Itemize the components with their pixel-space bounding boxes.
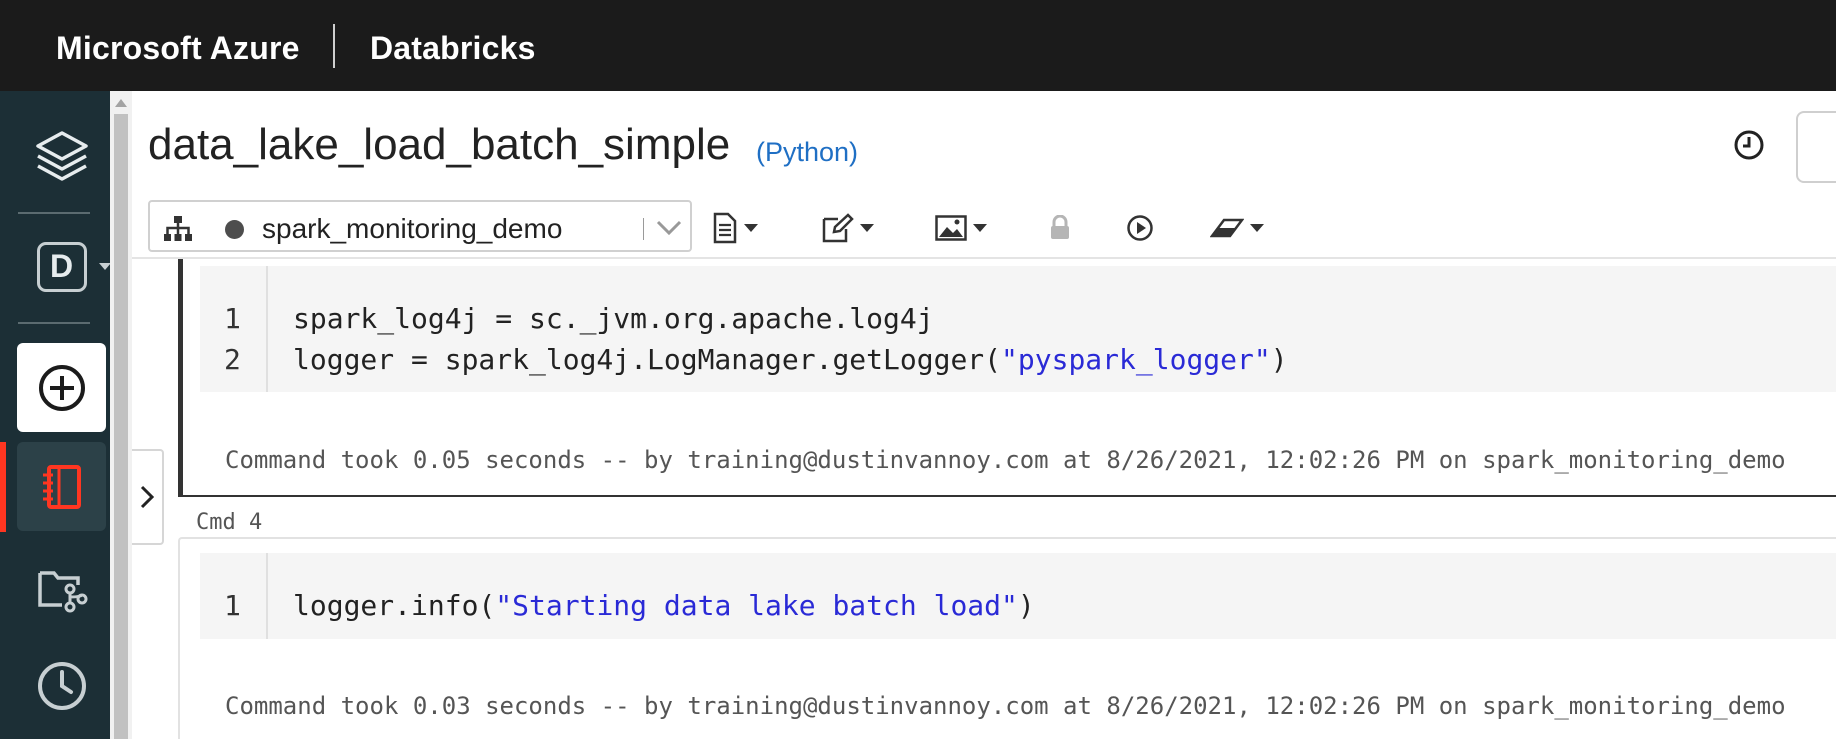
notebook-icon xyxy=(42,464,81,509)
code-line: logger = spark_log4j.LogManager.getLogge… xyxy=(293,343,1288,376)
clock-icon xyxy=(37,661,86,710)
cluster-status-dot xyxy=(225,220,244,239)
plus-circle-icon xyxy=(38,364,85,411)
image-icon xyxy=(935,215,967,241)
code-text: spark_log4j = sc._jvm.org.apache.log4j xyxy=(293,302,934,335)
line-number: 1 xyxy=(224,302,241,335)
file-menu-button[interactable] xyxy=(712,206,758,250)
right-panel-button[interactable] xyxy=(1796,111,1836,183)
caret-down-icon xyxy=(860,224,874,232)
line-number: 2 xyxy=(224,343,241,376)
clear-menu-button[interactable] xyxy=(1210,206,1264,250)
caret-down-icon xyxy=(973,224,987,232)
notebook-language[interactable]: (Python) xyxy=(756,137,858,168)
code-string: "Starting data lake batch load" xyxy=(495,589,1018,622)
view-menu-button[interactable] xyxy=(935,206,987,250)
cluster-selector[interactable]: spark_monitoring_demo xyxy=(148,200,692,252)
sidebar-item-recents[interactable] xyxy=(17,641,106,730)
sidebar-item-create[interactable] xyxy=(17,343,106,432)
revision-history-icon[interactable] xyxy=(1732,128,1766,167)
sidebar-divider xyxy=(18,212,90,214)
databricks-logo-icon[interactable] xyxy=(17,112,106,201)
code-editor[interactable]: 1 spark_log4j = sc._jvm.org.apache.log4j… xyxy=(200,266,1836,392)
caret-down-icon xyxy=(744,224,758,232)
code-string: "pyspark_logger" xyxy=(1001,343,1271,376)
brand-divider xyxy=(333,24,335,68)
cluster-tree-icon xyxy=(162,214,194,249)
edit-menu-button[interactable] xyxy=(822,206,874,250)
permissions-button[interactable] xyxy=(1049,206,1071,250)
workspace-switcher[interactable]: D xyxy=(17,222,106,311)
caret-down-icon xyxy=(1250,224,1264,232)
databricks-brand[interactable]: Databricks xyxy=(370,30,536,67)
code-text: ) xyxy=(1270,343,1288,376)
line-number: 1 xyxy=(224,589,241,622)
workspace-letter: D xyxy=(49,248,74,284)
lock-icon xyxy=(1051,215,1069,239)
active-indicator xyxy=(0,442,6,532)
cluster-divider xyxy=(643,218,644,240)
eraser-icon xyxy=(1210,218,1244,238)
repo-branch-icon xyxy=(37,570,87,612)
chevron-down-icon[interactable] xyxy=(655,216,683,243)
code-text: logger = spark_log4j.LogManager.getLogge… xyxy=(293,343,1002,376)
vertical-scrollbar[interactable] xyxy=(110,91,132,739)
code-line: spark_log4j = sc._jvm.org.apache.log4j xyxy=(293,302,934,335)
cell-command-label: Cmd 4 xyxy=(196,510,263,535)
code-editor[interactable]: 1 logger.info("Starting data lake batch … xyxy=(200,553,1836,639)
edit-icon xyxy=(822,213,854,243)
sidebar-divider xyxy=(18,322,90,324)
chevron-right-icon xyxy=(140,485,155,509)
code-line: logger.info("Starting data lake batch lo… xyxy=(293,589,1035,622)
microsoft-azure-brand[interactable]: Microsoft Azure xyxy=(56,30,300,67)
scroll-up-arrow-icon[interactable] xyxy=(115,99,127,107)
scrollbar-thumb[interactable] xyxy=(114,114,128,739)
workspace-badge-icon: D xyxy=(36,241,87,292)
top-bar: Microsoft Azure Databricks xyxy=(0,0,1836,91)
sidebar-item-repos[interactable] xyxy=(17,542,106,631)
command-result: Command took 0.03 seconds -- by training… xyxy=(225,692,1786,720)
run-icon xyxy=(1127,215,1153,241)
code-text: logger.info( xyxy=(293,589,496,622)
code-text: ) xyxy=(1017,589,1035,622)
file-icon xyxy=(713,212,737,244)
cluster-name: spark_monitoring_demo xyxy=(262,213,563,244)
expand-panel-button[interactable] xyxy=(132,449,164,545)
run-all-button[interactable] xyxy=(1126,206,1154,250)
sidebar: D xyxy=(0,91,111,739)
notebook-title[interactable]: data_lake_load_batch_simple xyxy=(148,120,730,170)
sidebar-item-workspace[interactable] xyxy=(17,442,106,531)
command-result: Command took 0.05 seconds -- by training… xyxy=(225,446,1786,474)
